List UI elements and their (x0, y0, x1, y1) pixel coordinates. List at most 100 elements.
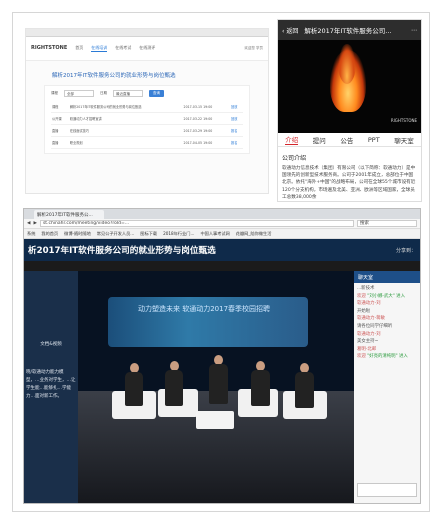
nav-home[interactable]: 首页 (75, 45, 83, 52)
left-panel-text: 晓/软通动力能力模型，…业务对学生，…让学生能…能够扎…学能力…面对新工作。 (26, 370, 76, 399)
site-nav: 首页 在线培训 在线考试 在线测评 (75, 45, 155, 52)
bookmark-item[interactable]: 中国人事考试网 (200, 231, 229, 237)
url-input[interactable]: st.chinahr.com/meeting/video?roId=... (39, 220, 354, 227)
bookmark-item[interactable]: 图标下载 (140, 231, 157, 237)
mobile-header: ‹ 返回 解析2017年IT软件服务公司... ⋯ (278, 20, 421, 40)
bookmark-item[interactable]: 系统 (27, 231, 35, 237)
bookmark-item[interactable]: 花瓣网_陪你做生活 (236, 231, 272, 237)
cell-title: 软通动力人才招聘宣讲 (68, 112, 183, 125)
speaker (209, 364, 228, 404)
chat-message: 软通动力-蒋敏 (357, 316, 385, 322)
chat-title: 聊天室 (354, 271, 420, 283)
cell-title: 在线面试技巧 (68, 124, 183, 137)
chat-message: 美女主持~ (357, 339, 379, 345)
flame-image-tip (338, 44, 356, 84)
chat-message: 葛明-北邮 (357, 346, 377, 352)
course-card: 课程 全部 日期 最近直播 查询 课程 解析2017年IT软件服务公司的就业形势… (44, 85, 250, 154)
cell-action[interactable]: 报名 (230, 124, 243, 137)
nav-assessment[interactable]: 在线测评 (139, 45, 155, 52)
speaker (251, 370, 270, 406)
course-select[interactable]: 全部 (64, 90, 94, 97)
bookmark-item[interactable]: 2018年行业门... (163, 231, 194, 237)
more-icon[interactable]: ⋯ (411, 27, 417, 34)
cell-time: 2017-03-29 19:00 (182, 124, 231, 137)
query-button[interactable]: 查询 (149, 90, 164, 97)
browser-tab-bar: 解析2017年IT软件服务公... (24, 209, 420, 219)
chat-message: 开始啦 (357, 308, 371, 314)
chat-message: 软通动力-刘 (357, 331, 381, 337)
cell-title: 解析2017年IT软件服务公司的就业形势与岗位甄选 (68, 101, 183, 113)
cell-time: 2017-03-15 19:00 (182, 101, 231, 113)
speaker (125, 372, 143, 406)
chat-message: 欢迎 "好亮的清纯明" 进入 (357, 354, 408, 360)
filter-label-date: 日期 (100, 91, 107, 95)
speaker (295, 372, 314, 408)
speaker (165, 370, 183, 406)
left-panel: 文档&视频 晓/软通动力能力模型，…业务对学生，…让学生能…能够扎…学能力…面对… (24, 271, 78, 503)
cell-type: 课程 (51, 101, 69, 113)
chat-message: 欢迎 "刘小娜-武大" 进入 (357, 293, 405, 299)
bookmarks-bar: 系统 我的首页 微博-随时随地 常见公子开发人员... 图标下载 2018年行业… (24, 229, 420, 239)
video-stage[interactable]: 动力塑造未来 软通动力2017春季校园招聘 (78, 271, 354, 503)
mobile-title: 解析2017年IT软件服务公司... (304, 27, 392, 35)
coffee-table (196, 411, 234, 429)
tab-question[interactable]: 提问 (313, 135, 326, 145)
tab-ppt[interactable]: PPT (368, 136, 380, 144)
web-page-screenshot: RIGHTSTONE 首页 在线培训 在线考试 在线测评 欢迎您 学员 解析20… (25, 28, 269, 194)
cell-type: 直播 (51, 124, 69, 137)
mobile-app-screenshot: ‹ 返回 解析2017年IT软件服务公司... ⋯ RIGHTSTONE 介绍 … (277, 19, 422, 202)
docs-video-label[interactable]: 文档&视频 (24, 341, 78, 347)
search-input[interactable]: 搜索 (357, 220, 417, 227)
chat-messages: ...新技术 欢迎 "刘小娜-武大" 进入 软通动力-刘 开始啦 软通动力-蒋敏… (354, 283, 420, 363)
site-header: RIGHTSTONE 首页 在线培训 在线考试 在线测评 欢迎您 学员 (26, 37, 268, 61)
tab-notice[interactable]: 公告 (340, 135, 353, 145)
back-arrow-icon[interactable]: ◀ (27, 221, 30, 226)
cell-action[interactable]: 报名 (230, 136, 243, 149)
course-table: 课程 解析2017年IT软件服务公司的就业形势与岗位甄选 2017-03-15 … (51, 101, 243, 149)
video-player[interactable]: RIGHTSTONE (278, 40, 421, 133)
cell-action[interactable]: 回放 (230, 101, 243, 113)
browser-url-bar: ◀ ▶ st.chinahr.com/meeting/video?roId=..… (24, 219, 420, 229)
bookmark-item[interactable]: 微博-随时随地 (64, 231, 91, 237)
filter-form: 课程 全部 日期 最近直播 查询 (51, 90, 243, 97)
cell-type: 公开课 (51, 112, 69, 125)
cell-action[interactable]: 回放 (230, 112, 243, 125)
chat-message: ...新技术 (357, 286, 375, 291)
intro-text: 软通动力信息技术（集团）有限公司（以下简称：软通动力）是中国领先的创新型技术服务… (282, 166, 416, 200)
back-button[interactable]: ‹ 返回 (282, 26, 298, 35)
page-title: 解析2017年IT软件服务公司的就业形势与岗位甄选 (52, 73, 176, 79)
table-row: 公开课 软通动力人才招聘宣讲 2017-03-22 19:00 回放 (51, 112, 243, 125)
bookmark-item[interactable]: 我的首页 (41, 231, 58, 237)
stream-title: 析2017年IT软件服务公司的就业形势与岗位甄选 (28, 246, 216, 256)
tab-chatroom[interactable]: 聊天室 (394, 135, 414, 145)
nav-training[interactable]: 在线培训 (91, 45, 108, 52)
filter-label-course: 课程 (51, 91, 58, 95)
chat-panel: 聊天室 ...新技术 欢迎 "刘小娜-武大" 进入 软通动力-刘 开始啦 软通动… (354, 271, 420, 503)
cell-type: 直播 (51, 136, 69, 149)
browser-screenshot: 解析2017年IT软件服务公... ◀ ▶ st.chinahr.com/mee… (23, 208, 421, 504)
chat-message: 软通动力-刘 (357, 301, 381, 307)
bookmark-item[interactable]: 常见公子开发人员... (97, 231, 135, 237)
video-logo: RIGHTSTONE (390, 118, 417, 123)
stream-banner: 析2017年IT软件服务公司的就业形势与岗位甄选 分享到： (24, 239, 420, 261)
forward-arrow-icon[interactable]: ▶ (33, 221, 36, 226)
user-welcome[interactable]: 欢迎您 学员 (244, 46, 263, 51)
mobile-tabs: 介绍 提问 公告 PPT 聊天室 (278, 133, 421, 147)
site-logo: RIGHTSTONE (31, 45, 68, 51)
back-label: 返回 (286, 27, 299, 35)
date-select[interactable]: 最近直播 (113, 90, 143, 97)
cell-time: 2017-03-22 19:00 (182, 112, 231, 125)
chat-input[interactable] (357, 483, 417, 497)
chat-message: 请各位同学仔细听 (357, 323, 393, 329)
stage-banner-text: 动力塑造未来 软通动力2017春季校园招聘 (138, 305, 271, 313)
browser-tab[interactable]: 解析2017年IT软件服务公... (34, 210, 104, 219)
stream-main: 文档&视频 晓/软通动力能力模型，…业务对学生，…让学生能…能够扎…学能力…面对… (24, 271, 420, 503)
table-row: 课程 解析2017年IT软件服务公司的就业形势与岗位甄选 2017-03-15 … (51, 101, 243, 113)
tab-intro[interactable]: 介绍 (285, 134, 299, 145)
browser-address-bar (26, 29, 268, 37)
nav-exam[interactable]: 在线考试 (115, 45, 131, 52)
intro-heading: 公司介绍 (282, 155, 307, 162)
share-label[interactable]: 分享到： (396, 247, 416, 254)
table-row: 直播 在线面试技巧 2017-03-29 19:00 报名 (51, 124, 243, 137)
table-row: 直播 职业规划 2017-04-05 19:00 报名 (51, 136, 243, 149)
